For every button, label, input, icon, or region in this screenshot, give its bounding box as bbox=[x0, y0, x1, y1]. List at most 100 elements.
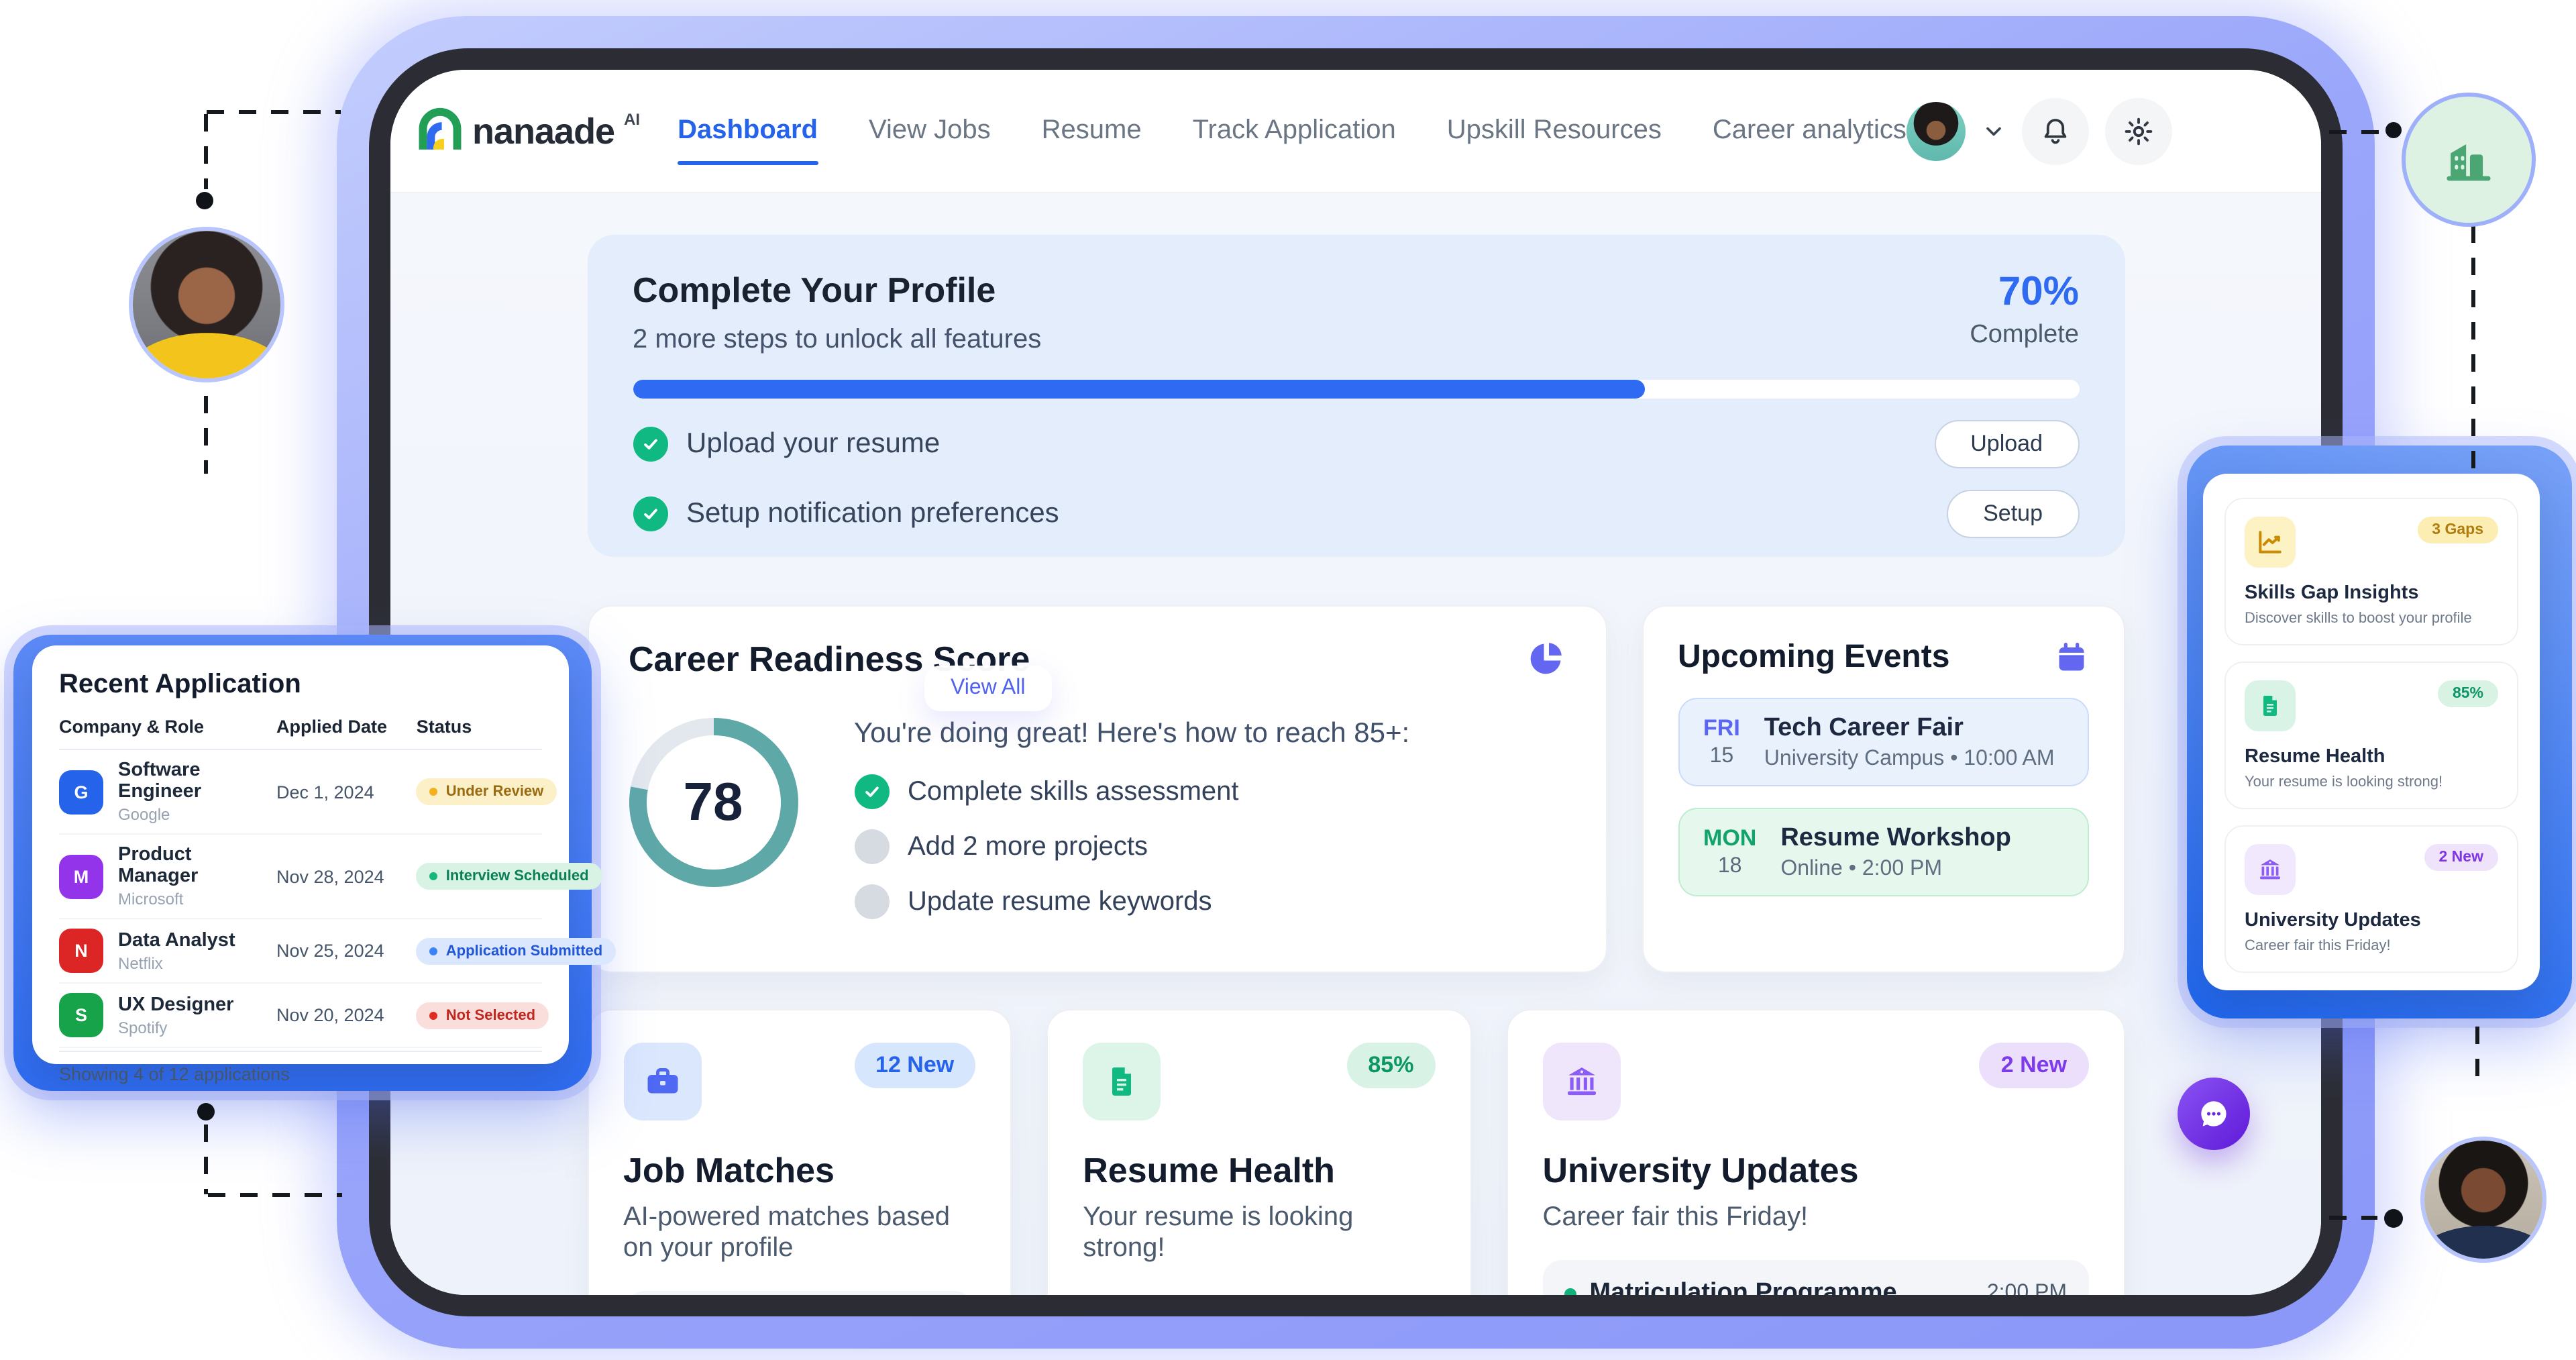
tablet-bezel: nanaade AI Dashboard View Jobs Resume Tr… bbox=[369, 48, 2343, 1316]
update-time: 2:00 PM bbox=[1987, 1281, 2067, 1295]
applications-footer: Showing 4 of 12 applications bbox=[59, 1051, 542, 1084]
nav-menu: Dashboard View Jobs Resume Track Applica… bbox=[678, 115, 1907, 146]
resume-health-item[interactable]: 85% Resume Health Your resume is looking… bbox=[2224, 662, 2518, 809]
resume-health-card: 85% Resume Health Your resume is looking… bbox=[1046, 1009, 1471, 1295]
nav-item-career-analytics[interactable]: Career analytics bbox=[1713, 115, 1907, 146]
page-canvas: nanaade AI Dashboard View Jobs Resume Tr… bbox=[0, 0, 2576, 1360]
update-title: Matriculation Programme bbox=[1589, 1279, 1896, 1295]
setup-button[interactable]: Setup bbox=[1947, 490, 2079, 538]
event-details: Online • 2:00 PM bbox=[1780, 857, 2011, 881]
table-row[interactable]: N Data Analyst Netflix Nov 25, 2024 Appl… bbox=[59, 919, 542, 984]
task-label: Upload your resume bbox=[686, 428, 940, 460]
event-item[interactable]: FRI 15 Tech Career Fair University Campu… bbox=[1678, 698, 2088, 786]
chat-fab-button[interactable] bbox=[2178, 1078, 2250, 1150]
pending-circle-icon bbox=[854, 829, 889, 864]
navbar: nanaade AI Dashboard View Jobs Resume Tr… bbox=[390, 70, 2321, 193]
notifications-button[interactable] bbox=[2022, 97, 2089, 164]
score-value: 78 bbox=[629, 718, 798, 887]
event-date: 18 bbox=[1703, 855, 1756, 879]
events-title: Upcoming Events bbox=[1678, 639, 1949, 676]
nav-item-resume[interactable]: Resume bbox=[1042, 115, 1142, 146]
task-label: Setup notification preferences bbox=[686, 498, 1059, 530]
profile-card-title: Complete Your Profile bbox=[633, 270, 1041, 311]
insight-caption: Your resume is looking strong! bbox=[2245, 774, 2498, 790]
event-date: 15 bbox=[1703, 745, 1740, 769]
profile-percent: 70% bbox=[1970, 270, 2079, 315]
nav-item-track-application[interactable]: Track Application bbox=[1193, 115, 1396, 146]
chevron-down-icon[interactable] bbox=[1982, 119, 2006, 143]
career-checklist-label: Add 2 more projects bbox=[908, 831, 1148, 862]
job-matches-card: 12 New Job Matches AI-powered matches ba… bbox=[587, 1009, 1012, 1295]
column-header: Company & Role bbox=[59, 717, 276, 737]
nav-item-upskill-resources[interactable]: Upskill Resources bbox=[1447, 115, 1662, 146]
nav-item-view-jobs[interactable]: View Jobs bbox=[869, 115, 991, 146]
nav-right-cluster bbox=[1907, 97, 2172, 164]
insight-caption: Discover skills to boost your profile bbox=[2245, 611, 2498, 627]
application-company: Netflix bbox=[118, 953, 235, 972]
app-screen: nanaade AI Dashboard View Jobs Resume Tr… bbox=[390, 70, 2321, 1295]
application-role: Data Analyst bbox=[118, 929, 235, 951]
table-row[interactable]: G Software Engineer Google Dec 1, 2024 U… bbox=[59, 750, 542, 835]
status-badge: Interview Scheduled bbox=[417, 863, 602, 890]
dashed-line bbox=[204, 396, 208, 474]
upcoming-events-card: Upcoming Events bbox=[1642, 605, 2125, 973]
user-avatar[interactable] bbox=[1907, 101, 1966, 160]
career-message: You're doing great! Here's how to reach … bbox=[854, 718, 1409, 750]
profile-percent-label: Complete bbox=[1970, 321, 2079, 350]
brand-logo[interactable]: nanaade AI bbox=[417, 107, 640, 155]
university-icon bbox=[1542, 1043, 1620, 1120]
column-header: Status bbox=[417, 717, 542, 737]
university-subtitle: Career fair this Friday! bbox=[1542, 1202, 2088, 1233]
application-company: Microsoft bbox=[118, 890, 276, 908]
event-item[interactable]: MON 18 Resume Workshop Online • 2:00 PM bbox=[1678, 808, 2088, 896]
career-readiness-card: Career Readiness Score View All bbox=[587, 605, 1607, 973]
dashed-line bbox=[204, 1124, 208, 1194]
insights-card: 3 Gaps Skills Gap Insights Discover skil… bbox=[2203, 474, 2540, 990]
application-role: Software Engineer bbox=[118, 760, 276, 802]
insight-title: University Updates bbox=[2245, 910, 2498, 931]
university-update-item[interactable]: Matriculation Programme 2:00 PM All stud… bbox=[1542, 1260, 2088, 1295]
complete-profile-card: Complete Your Profile 2 more steps to un… bbox=[587, 235, 2125, 557]
building-icon bbox=[2438, 129, 2500, 191]
upload-button[interactable]: Upload bbox=[1934, 420, 2079, 468]
skills-gap-insights-item[interactable]: 3 Gaps Skills Gap Insights Discover skil… bbox=[2224, 498, 2518, 645]
application-company: Spotify bbox=[118, 1018, 233, 1037]
dashboard-content: Complete Your Profile 2 more steps to un… bbox=[390, 193, 2321, 1295]
career-checklist-item: Complete skills assessment bbox=[854, 774, 1409, 809]
settings-button[interactable] bbox=[2105, 97, 2172, 164]
building-bubble bbox=[2406, 97, 2532, 223]
status-dot bbox=[430, 1011, 438, 1019]
nav-item-dashboard[interactable]: Dashboard bbox=[678, 115, 818, 146]
gaps-badge: 3 Gaps bbox=[2417, 517, 2498, 543]
score-ring: 78 bbox=[629, 718, 798, 887]
application-date: Nov 25, 2024 bbox=[276, 941, 417, 961]
brand-name: nanaade bbox=[472, 107, 614, 155]
avatar bbox=[133, 231, 280, 378]
job-match-item[interactable]: G Software Engineer Google 48% bbox=[623, 1291, 975, 1295]
application-company: Google bbox=[118, 805, 276, 824]
tablet-frame: nanaade AI Dashboard View Jobs Resume Tr… bbox=[337, 16, 2375, 1349]
resume-health-subtitle: Your resume is looking strong! bbox=[1083, 1202, 1435, 1264]
table-row[interactable]: M Product Manager Microsoft Nov 28, 2024… bbox=[59, 835, 542, 919]
applications-table-header: Company & Role Applied Date Status bbox=[59, 717, 542, 750]
company-logo: S bbox=[59, 993, 103, 1037]
status-badge: Under Review bbox=[417, 778, 557, 805]
task-row: Upload your resume Upload bbox=[633, 420, 2079, 468]
connector-dot bbox=[196, 192, 213, 209]
recent-applications-card: Recent Application Company & Role Applie… bbox=[32, 645, 569, 1064]
chat-bubble-icon bbox=[2195, 1095, 2233, 1133]
application-role: Product Manager bbox=[118, 844, 276, 887]
brand-suffix: AI bbox=[624, 109, 640, 128]
check-icon bbox=[633, 496, 667, 531]
status-dot bbox=[430, 947, 438, 955]
column-header: Applied Date bbox=[276, 717, 417, 737]
dashed-line bbox=[208, 1193, 342, 1197]
university-updates-item[interactable]: 2 New University Updates Career fair thi… bbox=[2224, 825, 2518, 973]
table-row[interactable]: S UX Designer Spotify Nov 20, 2024 Not S… bbox=[59, 984, 542, 1048]
view-all-link[interactable]: View All bbox=[924, 666, 1052, 711]
dashed-line bbox=[2475, 1027, 2479, 1083]
check-icon bbox=[854, 774, 889, 809]
status-dot bbox=[430, 788, 438, 796]
resume-file-icon bbox=[1083, 1043, 1161, 1120]
health-badge: 85% bbox=[2438, 680, 2498, 707]
